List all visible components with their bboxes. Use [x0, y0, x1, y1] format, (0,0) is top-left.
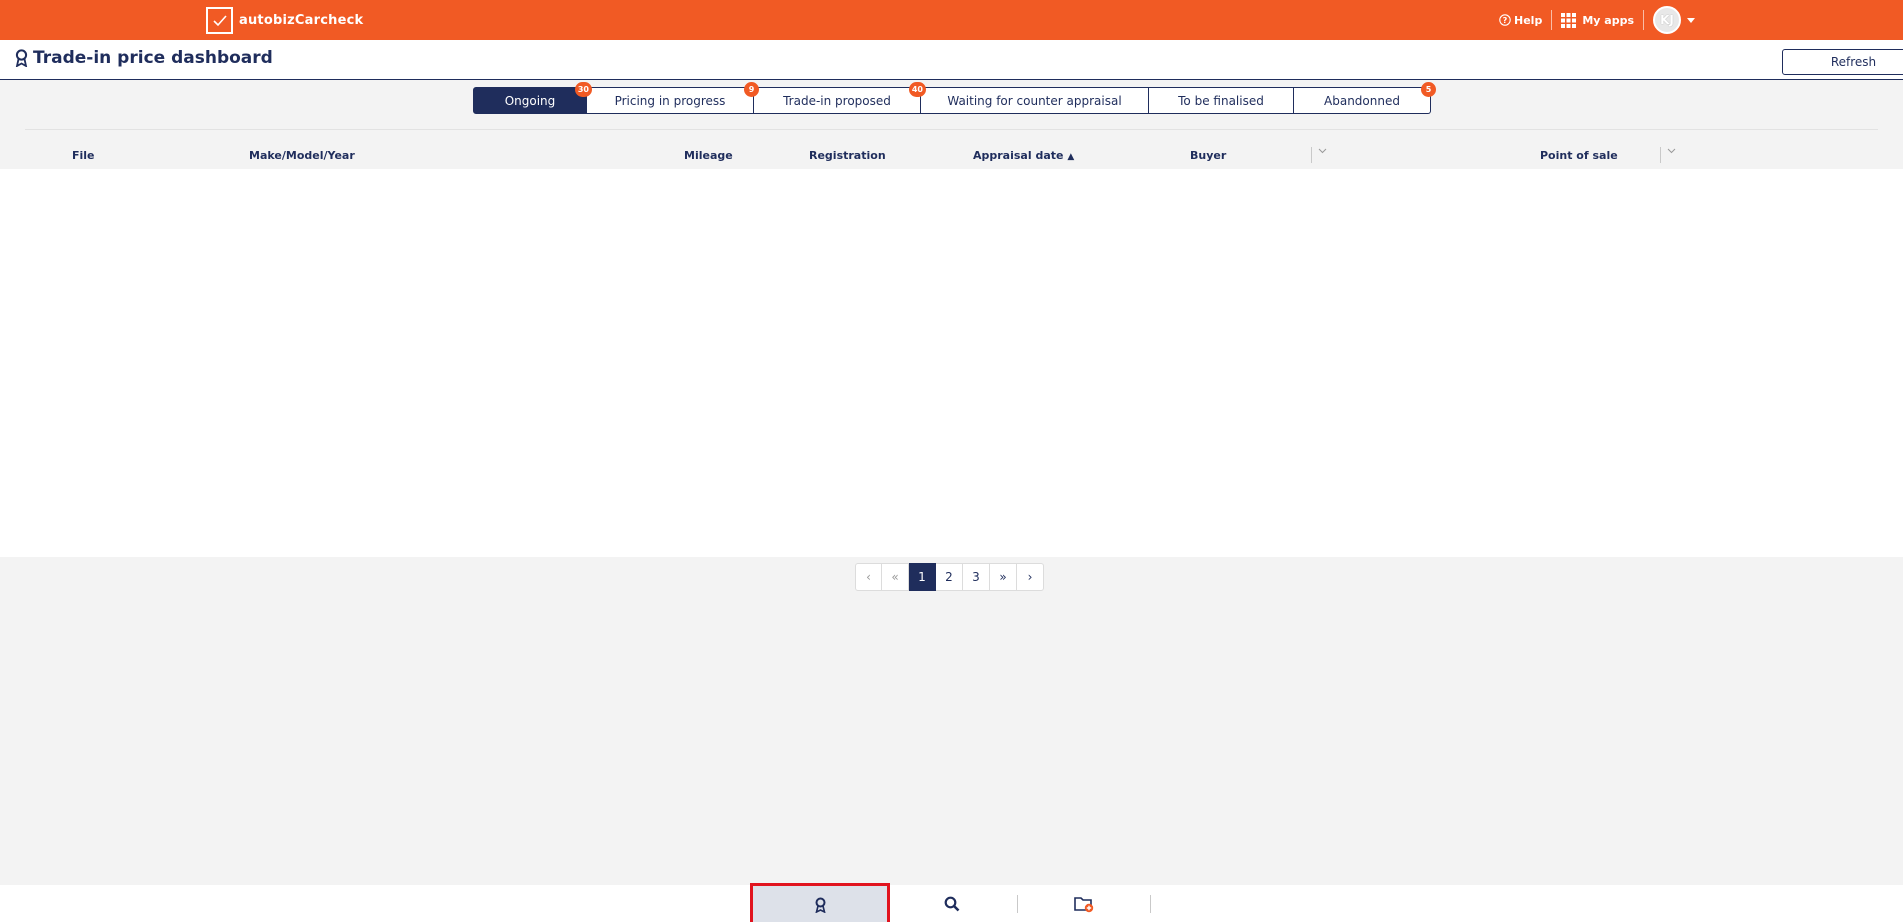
- column-make-model-year: Make/Model/Year: [249, 149, 355, 162]
- count-badge: 9: [744, 82, 759, 97]
- tab-label: Waiting for counter appraisal: [947, 93, 1122, 108]
- status-tabs: Ongoing 30 Pricing in progress 9 Trade-i…: [473, 82, 1436, 114]
- tab-label: Abandonned: [1324, 93, 1400, 108]
- next-page-button[interactable]: ›: [1017, 563, 1044, 591]
- brand-name: autobizCarcheck: [239, 13, 364, 28]
- pagination: ‹ « 1 2 3 » ›: [855, 563, 1044, 591]
- user-avatar[interactable]: KJ: [1653, 6, 1681, 34]
- header-actions: ? Help My apps KJ: [1499, 0, 1695, 40]
- column-buyer: Buyer: [1190, 149, 1227, 162]
- nav-separator: [1017, 895, 1018, 913]
- tab-waiting-for-counter-appraisal[interactable]: Waiting for counter appraisal: [921, 87, 1149, 114]
- prev-page-button[interactable]: ‹: [855, 563, 882, 591]
- top-bar: autobizCarcheck ? Help My apps KJ: [0, 0, 1903, 40]
- column-registration: Registration: [809, 149, 886, 162]
- tab-label: Pricing in progress: [614, 93, 726, 108]
- grid-icon: [1561, 12, 1577, 28]
- page-3-button[interactable]: 3: [963, 563, 990, 591]
- tab-trade-in-proposed[interactable]: Trade-in proposed 40: [754, 82, 926, 114]
- page-2-button[interactable]: 2: [936, 563, 963, 591]
- tab-label: Trade-in proposed: [783, 93, 891, 108]
- help-link[interactable]: ? Help: [1499, 10, 1553, 30]
- page-title: Trade-in price dashboard: [15, 48, 273, 68]
- page-title-text: Trade-in price dashboard: [33, 48, 273, 68]
- count-badge: 30: [574, 82, 592, 97]
- chevron-down-icon: [1667, 148, 1676, 154]
- count-badge: 5: [1421, 82, 1436, 97]
- tab-abandonned[interactable]: Abandonned 5: [1294, 82, 1436, 114]
- my-apps-button[interactable]: My apps: [1552, 10, 1644, 30]
- folder-add-icon: [1074, 896, 1094, 912]
- column-mileage: Mileage: [684, 149, 733, 162]
- page-header: Trade-in price dashboard Refresh: [0, 40, 1903, 80]
- chevron-down-icon: [1318, 148, 1327, 154]
- app-logo[interactable]: autobizCarcheck: [206, 7, 363, 34]
- table-body: [0, 169, 1903, 557]
- column-file: File: [72, 149, 95, 162]
- column-point-of-sale: Point of sale: [1540, 149, 1618, 162]
- chevron-down-icon[interactable]: [1687, 17, 1695, 23]
- column-label: Appraisal date: [973, 149, 1064, 162]
- first-page-button[interactable]: «: [882, 563, 909, 591]
- help-label: Help: [1514, 13, 1543, 27]
- point-of-sale-filter-dropdown[interactable]: [1660, 147, 1676, 163]
- tab-ongoing[interactable]: Ongoing 30: [473, 82, 592, 114]
- nav-trade-in-dashboard[interactable]: [750, 883, 890, 922]
- column-appraisal-date[interactable]: Appraisal date ▲︎: [973, 149, 1074, 162]
- nav-search[interactable]: [890, 885, 1014, 922]
- refresh-button[interactable]: Refresh: [1782, 49, 1903, 75]
- award-icon: [15, 49, 28, 67]
- last-page-button[interactable]: »: [990, 563, 1017, 591]
- count-badge: 40: [908, 82, 926, 97]
- divider: [25, 129, 1878, 130]
- tab-label: Ongoing: [504, 93, 556, 108]
- bottom-nav: [0, 883, 1903, 922]
- check-icon: [206, 7, 233, 34]
- tab-label: To be finalised: [1178, 93, 1264, 108]
- tab-to-be-finalised[interactable]: To be finalised: [1149, 87, 1294, 114]
- nav-separator: [1150, 895, 1151, 913]
- search-icon: [944, 896, 960, 911]
- table-header: File Make/Model/Year Mileage Registratio…: [0, 143, 1903, 169]
- buyer-filter-dropdown[interactable]: [1311, 147, 1327, 163]
- help-icon: ?: [1499, 14, 1511, 26]
- page-1-button[interactable]: 1: [909, 563, 936, 591]
- award-icon: [814, 897, 826, 913]
- nav-new-file[interactable]: [1022, 885, 1146, 922]
- tab-pricing-in-progress[interactable]: Pricing in progress 9: [587, 82, 759, 114]
- sort-icon[interactable]: ▲︎: [1067, 152, 1074, 162]
- svg-text:?: ?: [1503, 16, 1508, 25]
- my-apps-label: My apps: [1582, 13, 1634, 27]
